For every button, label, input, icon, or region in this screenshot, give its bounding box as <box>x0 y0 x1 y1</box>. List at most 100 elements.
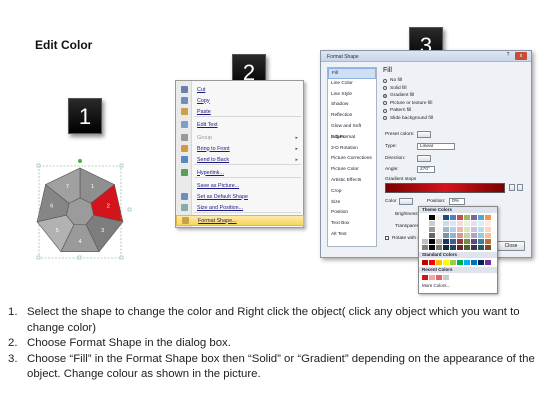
color-swatch[interactable] <box>485 260 491 265</box>
color-picker-button[interactable] <box>399 197 413 205</box>
gradient-bar[interactable] <box>385 183 505 193</box>
category-item[interactable]: 3-D Format <box>328 133 376 144</box>
position-input[interactable]: 0% <box>449 197 465 205</box>
color-swatch[interactable] <box>471 227 477 232</box>
color-swatch[interactable] <box>422 221 428 226</box>
menu-item-cut[interactable]: Cut <box>176 84 304 95</box>
resize-handle[interactable] <box>36 163 41 168</box>
menu-item-format-shape[interactable]: Format Shape... <box>176 215 304 226</box>
color-swatch[interactable] <box>436 227 442 232</box>
fill-option[interactable]: Gradient fill <box>383 92 527 100</box>
category-item[interactable]: Picture Color <box>328 165 376 176</box>
resize-handle[interactable] <box>36 255 41 260</box>
color-swatch[interactable] <box>450 233 456 238</box>
color-swatch[interactable] <box>464 233 470 238</box>
color-swatch[interactable] <box>450 239 456 244</box>
color-swatch[interactable] <box>485 215 491 220</box>
color-swatch[interactable] <box>471 215 477 220</box>
category-item[interactable]: Glow and Soft Edges <box>328 122 376 140</box>
radio-button[interactable] <box>383 86 387 91</box>
menu-item-group[interactable]: Group ▸ <box>176 132 304 143</box>
color-swatch[interactable] <box>443 245 449 250</box>
color-swatch[interactable] <box>485 239 491 244</box>
color-swatch[interactable] <box>464 239 470 244</box>
category-item[interactable]: Line Color <box>328 79 376 90</box>
fill-option[interactable]: No fill <box>383 77 527 85</box>
radio-button[interactable] <box>383 116 387 121</box>
category-item[interactable]: Position <box>328 208 376 219</box>
category-item[interactable]: Size <box>328 198 376 209</box>
color-swatch[interactable] <box>464 245 470 250</box>
color-swatch[interactable] <box>443 215 449 220</box>
menu-item-set-as-default-shape[interactable]: Set as Default Shape <box>176 191 304 202</box>
remove-stop-button[interactable] <box>517 184 523 191</box>
color-swatch[interactable] <box>429 221 435 226</box>
color-swatch[interactable] <box>436 260 442 265</box>
color-swatch[interactable] <box>443 227 449 232</box>
color-swatch[interactable] <box>471 233 477 238</box>
color-swatch[interactable] <box>443 260 449 265</box>
color-swatch[interactable] <box>422 239 428 244</box>
color-swatch[interactable] <box>450 221 456 226</box>
color-swatch[interactable] <box>429 215 435 220</box>
heptagon-shape[interactable]: 1 2 3 4 5 6 7 <box>24 152 139 267</box>
color-swatch[interactable] <box>478 245 484 250</box>
menu-item-save-as-picture[interactable]: Save as Picture... <box>176 180 304 191</box>
color-swatch[interactable] <box>450 215 456 220</box>
color-swatch[interactable] <box>457 215 463 220</box>
fill-option[interactable]: Slide background fill <box>383 115 527 123</box>
fill-option[interactable]: Picture or texture fill <box>383 100 527 108</box>
color-swatch[interactable] <box>457 260 463 265</box>
color-swatch[interactable] <box>436 215 442 220</box>
resize-handle[interactable] <box>119 255 124 260</box>
preset-colors-button[interactable] <box>417 130 431 138</box>
color-swatch[interactable] <box>457 245 463 250</box>
color-swatch[interactable] <box>478 260 484 265</box>
color-swatch[interactable] <box>450 227 456 232</box>
color-swatch[interactable] <box>450 260 456 265</box>
fill-option[interactable]: Solid fill <box>383 85 527 93</box>
category-item[interactable]: Picture Corrections <box>328 154 376 165</box>
color-swatch[interactable] <box>478 215 484 220</box>
color-swatch[interactable] <box>429 275 435 280</box>
color-swatch[interactable] <box>443 233 449 238</box>
color-swatch[interactable] <box>422 245 428 250</box>
close-icon[interactable]: x <box>515 52 527 60</box>
menu-item-edit-text[interactable]: Edit Text <box>176 119 304 130</box>
color-swatch[interactable] <box>457 233 463 238</box>
color-swatch[interactable] <box>478 227 484 232</box>
category-item[interactable]: Fill <box>328 68 376 79</box>
category-item[interactable]: Shadow <box>328 100 376 111</box>
color-swatch[interactable] <box>457 239 463 244</box>
color-swatch[interactable] <box>429 239 435 244</box>
resize-handle[interactable] <box>119 163 124 168</box>
color-swatch[interactable] <box>464 260 470 265</box>
color-swatch[interactable] <box>436 239 442 244</box>
color-swatch[interactable] <box>443 221 449 226</box>
color-swatch[interactable] <box>471 239 477 244</box>
color-swatch[interactable] <box>471 221 477 226</box>
color-swatch[interactable] <box>443 275 449 280</box>
menu-item-bring-to-front[interactable]: Bring to Front ▸ <box>176 143 304 154</box>
color-swatch[interactable] <box>485 227 491 232</box>
color-swatch[interactable] <box>436 245 442 250</box>
color-swatch[interactable] <box>422 215 428 220</box>
fill-option[interactable]: Pattern fill <box>383 107 527 115</box>
color-swatch[interactable] <box>450 245 456 250</box>
add-stop-button[interactable] <box>509 184 515 191</box>
color-swatch[interactable] <box>457 221 463 226</box>
category-item[interactable]: Artistic Effects <box>328 176 376 187</box>
color-swatch[interactable] <box>485 233 491 238</box>
radio-button[interactable] <box>383 101 387 106</box>
color-swatch[interactable] <box>422 227 428 232</box>
direction-button[interactable] <box>417 154 431 162</box>
color-swatch[interactable] <box>464 215 470 220</box>
category-item[interactable]: Line Style <box>328 90 376 101</box>
color-swatch[interactable] <box>478 239 484 244</box>
color-swatch[interactable] <box>471 245 477 250</box>
color-swatch[interactable] <box>422 260 428 265</box>
resize-handle[interactable] <box>127 207 132 212</box>
category-item[interactable]: Crop <box>328 187 376 198</box>
color-swatch[interactable] <box>457 227 463 232</box>
radio-button[interactable] <box>383 93 387 98</box>
